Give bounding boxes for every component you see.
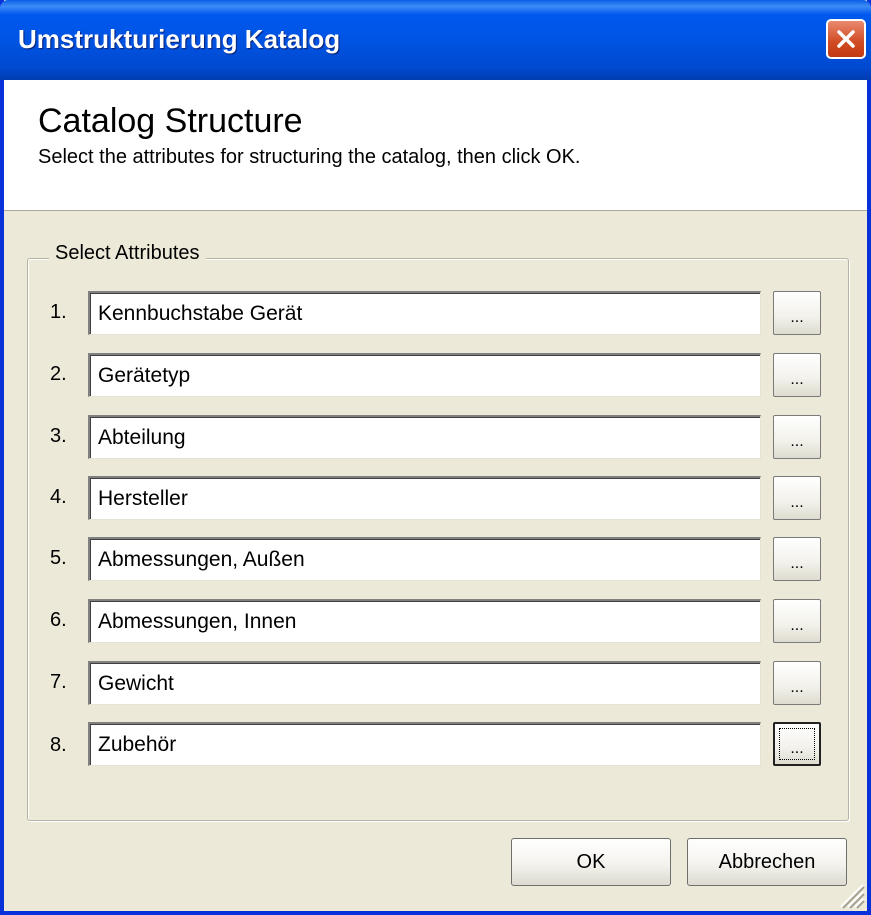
title-bar[interactable]: Umstrukturierung Katalog <box>0 0 871 80</box>
close-icon <box>837 30 855 48</box>
window-title: Umstrukturierung Katalog <box>18 24 341 54</box>
row-number: 8. <box>50 734 67 756</box>
attribute-field-2[interactable]: Gerätetyp <box>88 353 761 397</box>
attribute-field-4[interactable]: Hersteller <box>88 476 761 520</box>
row-number: 3. <box>50 425 67 447</box>
row-number: 7. <box>50 671 67 693</box>
attribute-field-6[interactable]: Abmessungen, Innen <box>88 599 761 643</box>
row-number: 1. <box>50 301 67 323</box>
browse-button-2[interactable]: ... <box>773 353 821 397</box>
row-number: 2. <box>50 363 67 385</box>
attribute-field-5[interactable]: Abmessungen, Außen <box>88 537 761 581</box>
browse-button-3[interactable]: ... <box>773 415 821 459</box>
row-number: 4. <box>50 486 67 508</box>
browse-button-1[interactable]: ... <box>773 291 821 335</box>
page-description: Select the attributes for structuring th… <box>38 146 581 168</box>
attribute-field-3[interactable]: Abteilung <box>88 415 761 459</box>
browse-button-8[interactable]: ... <box>773 722 821 766</box>
ok-button[interactable]: OK <box>511 838 671 886</box>
browse-button-5[interactable]: ... <box>773 537 821 581</box>
browse-button-6[interactable]: ... <box>773 599 821 643</box>
resize-grip-icon[interactable] <box>835 879 865 909</box>
row-number: 5. <box>50 547 67 569</box>
row-number: 6. <box>50 609 67 631</box>
close-button[interactable] <box>826 19 866 59</box>
browse-button-8-label: ... <box>779 728 815 760</box>
cancel-button[interactable]: Abbrechen <box>687 838 847 886</box>
page-title: Catalog Structure <box>38 102 303 140</box>
attribute-field-7[interactable]: Gewicht <box>88 661 761 705</box>
group-legend: Select Attributes <box>49 242 206 265</box>
attribute-field-1[interactable]: Kennbuchstabe Gerät <box>88 291 761 335</box>
attribute-field-8[interactable]: Zubehör <box>88 722 761 766</box>
header-panel: Catalog Structure Select the attributes … <box>4 80 867 211</box>
browse-button-4[interactable]: ... <box>773 476 821 520</box>
browse-button-7[interactable]: ... <box>773 661 821 705</box>
